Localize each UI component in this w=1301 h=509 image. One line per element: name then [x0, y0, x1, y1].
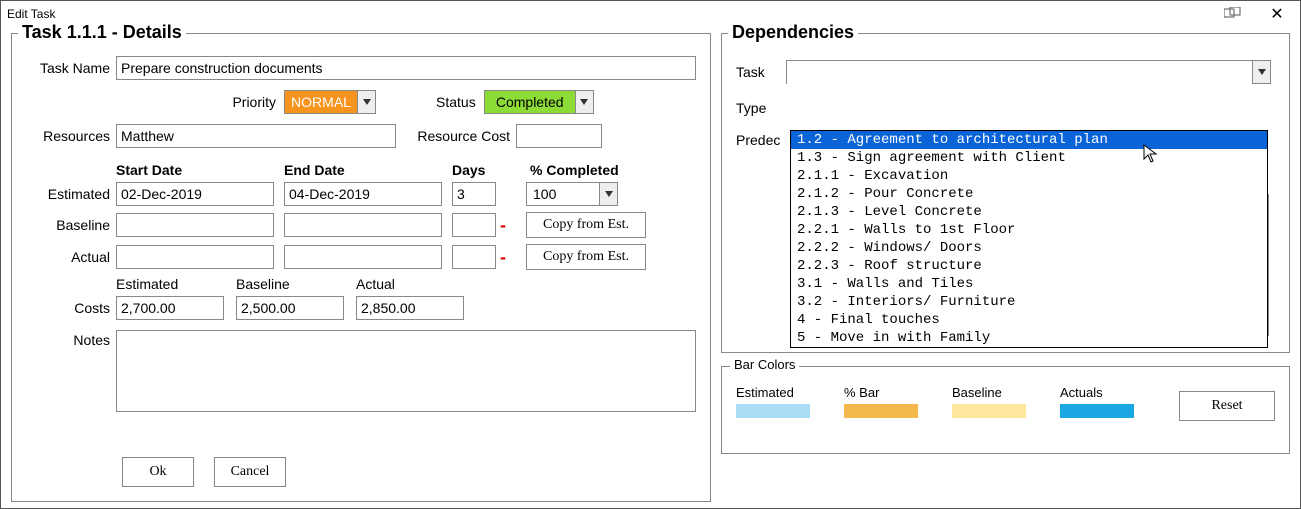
- label-baseline: Baseline: [26, 217, 116, 233]
- label-actual: Actual: [26, 249, 116, 265]
- label-cost-actual: Actual: [356, 276, 476, 292]
- task-name-input[interactable]: [116, 56, 696, 80]
- dep-task-option[interactable]: 2.2.1 - Walls to 1st Floor: [791, 221, 1267, 239]
- label-resources: Resources: [26, 128, 116, 144]
- dep-task-option[interactable]: 2.1.1 - Excavation: [791, 167, 1267, 185]
- dep-task-option[interactable]: 2.1.2 - Pour Concrete: [791, 185, 1267, 203]
- label-dep-predecessors: Predec: [736, 132, 786, 148]
- actual-start-input[interactable]: [116, 245, 274, 269]
- window-icon: [1224, 7, 1242, 22]
- status-select[interactable]: Completed: [484, 90, 594, 114]
- ok-button[interactable]: Ok: [122, 457, 194, 487]
- dep-task-option[interactable]: 3.2 - Interiors/ Furniture: [791, 293, 1267, 311]
- dep-task-option[interactable]: 4 - Final touches: [791, 311, 1267, 329]
- label-costs: Costs: [26, 300, 116, 316]
- label-priority: Priority: [232, 94, 284, 110]
- header-end-date: End Date: [284, 162, 452, 178]
- reset-button[interactable]: Reset: [1179, 391, 1275, 421]
- pct-completed-select[interactable]: 100: [526, 182, 618, 206]
- swatch-pct[interactable]: [844, 404, 918, 418]
- dep-task-option[interactable]: 2.1.3 - Level Concrete: [791, 203, 1267, 221]
- swatch-baseline[interactable]: [952, 404, 1026, 418]
- cancel-button[interactable]: Cancel: [214, 457, 286, 487]
- label-notes: Notes: [26, 330, 116, 348]
- window-title: Edit Task: [7, 7, 55, 21]
- details-heading: Task 1.1.1 - Details: [18, 22, 186, 43]
- resource-cost-input[interactable]: [516, 124, 602, 148]
- label-task-name: Task Name: [26, 60, 116, 76]
- label-cost-estimated: Estimated: [116, 276, 236, 292]
- dep-task-option[interactable]: 2.2.3 - Roof structure: [791, 257, 1267, 275]
- priority-value: NORMAL: [285, 91, 357, 113]
- bar-colors-panel: Bar Colors Estimated % Bar Baseline Actu…: [721, 366, 1290, 454]
- chevron-down-icon: [357, 91, 375, 113]
- dep-task-option[interactable]: 5 - Move in with Family: [791, 329, 1267, 347]
- minus-icon: -: [496, 247, 510, 268]
- resources-input[interactable]: [116, 124, 396, 148]
- header-pct-completed: % Completed: [530, 162, 670, 178]
- label-bar-estimated: Estimated: [736, 385, 836, 400]
- pct-completed-value: 100: [527, 183, 599, 205]
- baseline-start-input[interactable]: [116, 213, 274, 237]
- cost-baseline-input[interactable]: [236, 296, 344, 320]
- swatch-actuals[interactable]: [1060, 404, 1134, 418]
- label-cost-baseline: Baseline: [236, 276, 356, 292]
- label-dep-task: Task: [736, 64, 786, 80]
- dep-task-dropdown[interactable]: 1.2 - Agreement to architectural plan1.3…: [790, 130, 1268, 348]
- dependencies-panel: Dependencies Task Type Predec 1.2 - Agre…: [721, 33, 1290, 353]
- actual-end-input[interactable]: [284, 245, 442, 269]
- label-dep-type: Type: [736, 100, 786, 116]
- close-icon: ✕: [1270, 4, 1283, 24]
- cost-actual-input[interactable]: [356, 296, 464, 320]
- chevron-down-icon: [599, 183, 617, 205]
- dep-task-option[interactable]: 3.1 - Walls and Tiles: [791, 275, 1267, 293]
- dep-task-input[interactable]: [787, 61, 1252, 85]
- priority-select[interactable]: NORMAL: [284, 90, 376, 114]
- copy-from-est-actual-button[interactable]: Copy from Est.: [526, 244, 646, 270]
- cost-estimated-input[interactable]: [116, 296, 224, 320]
- baseline-days-input[interactable]: [452, 213, 496, 237]
- label-status: Status: [436, 94, 484, 110]
- label-estimated: Estimated: [26, 186, 116, 202]
- label-bar-actuals: Actuals: [1060, 385, 1160, 400]
- actual-days-input[interactable]: [452, 245, 496, 269]
- estimated-end-input[interactable]: [284, 182, 442, 206]
- details-panel: Task 1.1.1 - Details Task Name Priority …: [11, 33, 711, 502]
- titlebar: Edit Task ✕: [1, 1, 1300, 25]
- label-bar-pct: % Bar: [844, 385, 944, 400]
- header-start-date: Start Date: [116, 162, 284, 178]
- close-button[interactable]: ✕: [1260, 3, 1294, 25]
- dep-task-select[interactable]: [786, 60, 1271, 84]
- notes-textarea[interactable]: [116, 330, 696, 412]
- bar-colors-heading: Bar Colors: [730, 357, 799, 372]
- chevron-down-icon: [575, 91, 593, 113]
- status-value: Completed: [485, 91, 575, 113]
- label-resource-cost: Resource Cost: [396, 128, 516, 144]
- dep-task-option[interactable]: 1.3 - Sign agreement with Client: [791, 149, 1267, 167]
- estimated-start-input[interactable]: [116, 182, 274, 206]
- dep-task-option[interactable]: 2.2.2 - Windows/ Doors: [791, 239, 1267, 257]
- chevron-down-icon: [1252, 61, 1270, 83]
- minus-icon: -: [496, 215, 510, 236]
- dep-task-option[interactable]: 1.2 - Agreement to architectural plan: [791, 131, 1267, 149]
- copy-from-est-baseline-button[interactable]: Copy from Est.: [526, 212, 646, 238]
- baseline-end-input[interactable]: [284, 213, 442, 237]
- swatch-estimated[interactable]: [736, 404, 810, 418]
- label-bar-baseline: Baseline: [952, 385, 1052, 400]
- estimated-days-input[interactable]: [452, 182, 496, 206]
- header-days: Days: [452, 162, 512, 178]
